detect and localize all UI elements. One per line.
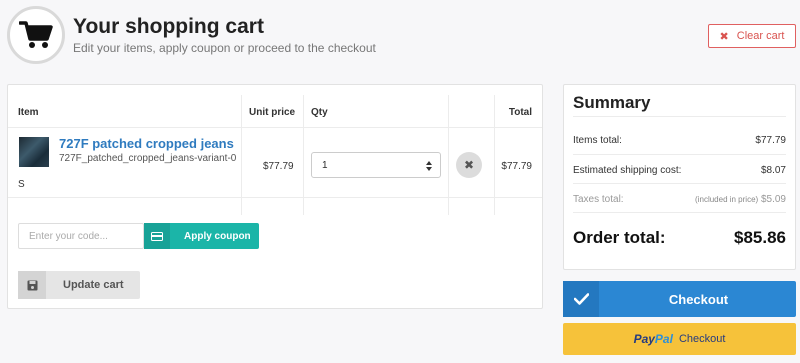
order-total-row: Order total: $85.86: [573, 228, 786, 248]
paypal-logo: PayPal: [634, 332, 673, 346]
order-summary: Summary Items total: $77.79 Estimated sh…: [563, 84, 796, 270]
row-total: $77.79: [501, 161, 532, 172]
page-header: Your shopping cart Edit your items, appl…: [0, 0, 800, 70]
paypal-checkout-label: Checkout: [678, 333, 726, 345]
paypal-logo-pay: Pay: [633, 332, 655, 346]
summary-divider: [573, 183, 786, 184]
items-total-row: Items total: $77.79: [573, 135, 786, 146]
header-divider: [8, 127, 542, 128]
update-cart-button[interactable]: Update cart: [18, 271, 140, 299]
page-title: Your shopping cart: [73, 15, 264, 38]
summary-title: Summary: [573, 93, 651, 112]
summary-divider: [573, 116, 786, 117]
update-cart-label: Update cart: [63, 279, 124, 291]
items-total-value: $77.79: [755, 135, 786, 146]
close-icon: ✖: [719, 30, 729, 43]
updown-arrows-icon: [426, 161, 432, 171]
quantity-select[interactable]: 1: [311, 152, 441, 178]
summary-divider: [573, 154, 786, 155]
paypal-logo-pal: Pal: [654, 332, 673, 346]
quantity-value: 1: [322, 159, 328, 171]
taxes-label: Taxes total:: [573, 194, 624, 205]
shopping-cart-icon: [19, 21, 53, 48]
column-header-qty: Qty: [311, 107, 328, 118]
items-total-label: Items total:: [573, 135, 622, 146]
checkout-label: Checkout: [668, 292, 729, 307]
shipping-row: Estimated shipping cost: $8.07: [573, 165, 786, 176]
row-divider: [8, 197, 542, 198]
column-header-item: Item: [18, 107, 39, 118]
shipping-value: $8.07: [760, 165, 786, 176]
product-variant: 727F_patched_cropped_jeans-variant-0: [59, 153, 237, 164]
save-icon: [18, 271, 46, 299]
ticket-icon: [144, 223, 170, 249]
product-variant-suffix: S: [18, 179, 25, 190]
summary-divider: [573, 212, 786, 213]
column-header-unit-price: Unit price: [249, 107, 296, 118]
unit-price: $77.79: [263, 161, 294, 172]
taxes-value-group: (included in price) $5.09: [695, 194, 786, 205]
product-thumbnail[interactable]: [19, 137, 49, 167]
remove-item-button[interactable]: ✖: [456, 152, 482, 178]
shipping-label: Estimated shipping cost:: [573, 165, 682, 176]
product-name-link[interactable]: 727F patched cropped jeans: [59, 136, 234, 151]
page-subtitle: Edit your items, apply coupon or proceed…: [73, 41, 376, 55]
clear-cart-label: Clear cart: [736, 30, 785, 42]
cart-badge: [7, 6, 65, 64]
clear-cart-button[interactable]: ✖ Clear cart: [708, 24, 796, 48]
apply-coupon-button[interactable]: Apply coupon: [144, 223, 259, 249]
taxes-note: (included in price): [695, 195, 759, 204]
close-icon: ✖: [463, 158, 475, 172]
order-total-value: $85.86: [734, 228, 786, 247]
order-total-label: Order total:: [573, 228, 666, 247]
column-header-total: Total: [508, 107, 532, 118]
cart-panel: Item Unit price Qty Total 727F patched c…: [7, 84, 543, 309]
taxes-value: $5.09: [760, 194, 786, 205]
taxes-row: Taxes total: (included in price) $5.09: [573, 194, 786, 205]
paypal-checkout-button[interactable]: PayPal Checkout: [563, 323, 796, 355]
coupon-code-input[interactable]: Enter your code...: [18, 223, 144, 249]
checkout-button[interactable]: Checkout: [563, 281, 796, 317]
apply-coupon-label: Apply coupon: [184, 231, 251, 242]
